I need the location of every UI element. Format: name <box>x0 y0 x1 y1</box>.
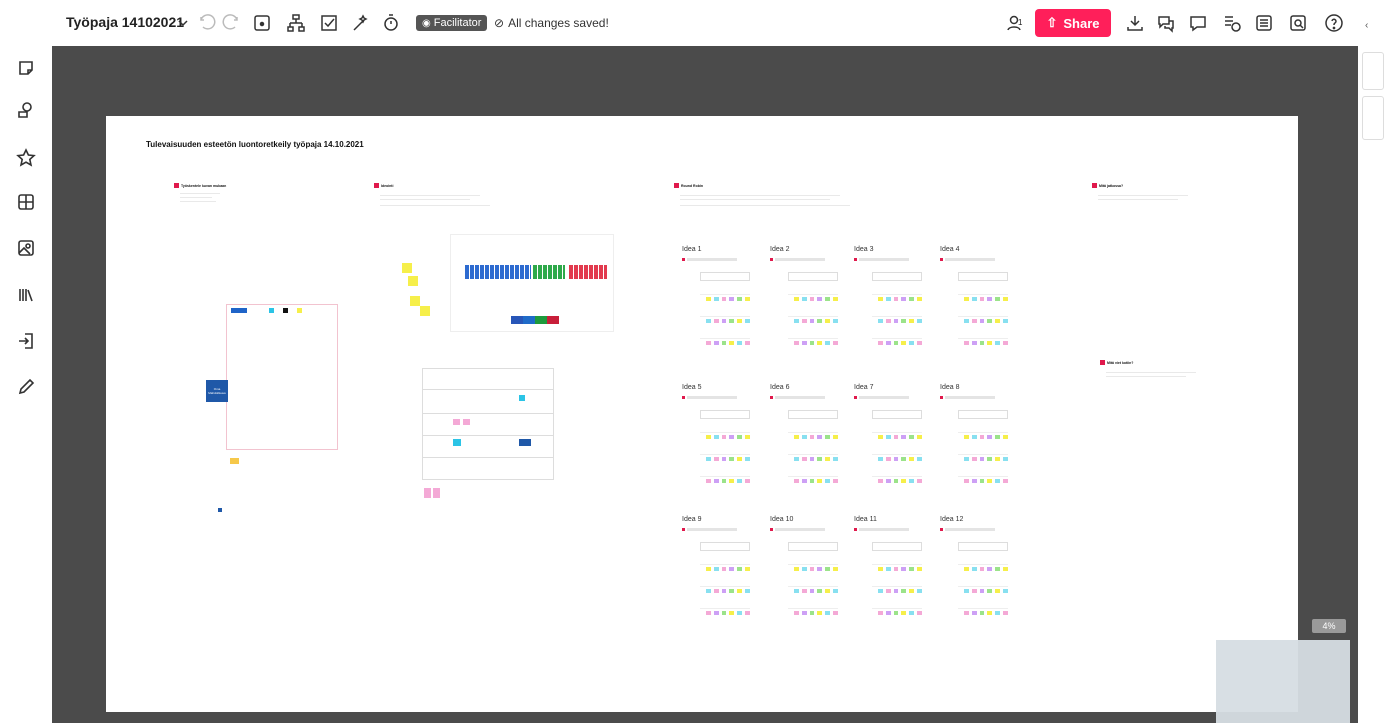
idea-title: Idea 6 <box>770 384 790 391</box>
sticky-note[interactable] <box>410 296 420 306</box>
import-icon[interactable] <box>14 329 38 353</box>
activity-icon[interactable] <box>1221 12 1243 34</box>
idea-title: Idea 11 <box>854 516 877 523</box>
section-ideation: Ideointi <box>374 183 494 223</box>
section-takeaways: Mitä viet kotiin? <box>1100 360 1200 400</box>
frame-icon[interactable] <box>14 190 38 214</box>
idea-card[interactable]: Idea 10 <box>768 516 842 636</box>
idea-title: Idea 12 <box>940 516 964 523</box>
idea-card[interactable]: Idea 2 <box>768 246 842 366</box>
idea-title: Idea 4 <box>940 246 960 253</box>
idea-title: Idea 10 <box>770 516 794 523</box>
chat-icon[interactable] <box>1155 12 1177 34</box>
sticky-note[interactable] <box>420 306 430 316</box>
share-upload-icon: ⇧ <box>1046 15 1058 30</box>
idea-title: Idea 3 <box>854 246 874 253</box>
check-circle-icon: ⊘ <box>494 16 505 30</box>
section-title: Round Robin <box>681 183 703 188</box>
idea-card[interactable]: Idea 6 <box>768 384 842 504</box>
comment-icon[interactable] <box>1187 12 1209 34</box>
share-button[interactable]: ⇧ Share <box>1035 9 1111 37</box>
idea-title: Idea 9 <box>682 516 702 523</box>
sticky-note-icon[interactable] <box>14 56 38 80</box>
panel-tab[interactable] <box>1362 52 1384 90</box>
left-toolbar <box>0 0 52 723</box>
panel-tab[interactable] <box>1362 96 1384 140</box>
download-icon[interactable] <box>1124 12 1146 34</box>
idea-title: Idea 2 <box>770 246 790 253</box>
board-heading: Tulevaisuuden esteetön luontoretkeily ty… <box>146 140 364 149</box>
frame-tool-icon[interactable] <box>251 12 273 34</box>
sticky-note[interactable] <box>402 263 412 273</box>
idea-card[interactable]: Idea 4 <box>938 246 1012 366</box>
idea-card[interactable]: Idea 9 <box>680 516 754 636</box>
facilitator-badge[interactable]: ◉ Facilitator <box>416 15 488 31</box>
sticky-note[interactable] <box>424 488 431 498</box>
collapse-panel-icon[interactable]: ‹ <box>1365 20 1368 31</box>
idea-title: Idea 8 <box>940 384 960 391</box>
participants-table[interactable] <box>226 304 338 450</box>
vote-chart-panel[interactable] <box>450 234 614 332</box>
idea-card[interactable]: Idea 3 <box>852 246 926 366</box>
right-panel-edge: ‹ <box>1358 0 1385 723</box>
sticky-note[interactable] <box>297 308 302 313</box>
sticky-note[interactable] <box>218 508 222 512</box>
undo-icon[interactable] <box>196 12 218 34</box>
notes-icon[interactable] <box>1253 12 1275 34</box>
magic-wand-icon[interactable] <box>349 12 371 34</box>
matrix-table[interactable] <box>422 368 554 480</box>
green-votes <box>533 265 565 279</box>
top-toolbar: Työpaja 14102021 ◉ Facilitator ⊘ All chang… <box>0 0 1385 46</box>
sticky-note[interactable] <box>283 308 288 313</box>
zoom-level[interactable]: 4% <box>1312 619 1346 633</box>
section-next-steps: Mitä jatkossa? <box>1092 183 1192 223</box>
board-canvas[interactable]: Tulevaisuuden esteetön luontoretkeily ty… <box>52 46 1358 723</box>
section-round-robin: Round Robin <box>674 183 854 223</box>
shapes-icon[interactable] <box>14 98 38 122</box>
section-intro: Työskentele kuvan mukaan <box>174 183 234 223</box>
sticky-note[interactable] <box>231 308 247 313</box>
search-board-icon[interactable] <box>1287 12 1309 34</box>
idea-title: Idea 1 <box>682 246 702 253</box>
red-votes <box>569 265 607 279</box>
sticky-note[interactable] <box>408 276 418 286</box>
sticky-note[interactable] <box>269 308 274 313</box>
section-title: Työskentele kuvan mukaan <box>181 183 227 188</box>
saved-status: ⊘ All changes saved! <box>494 16 609 30</box>
sticky-note[interactable] <box>230 458 239 464</box>
idea-card[interactable]: Idea 11 <box>852 516 926 636</box>
redo-icon[interactable] <box>220 12 242 34</box>
chevron-down-icon[interactable] <box>172 12 194 34</box>
section-title: Ideointi <box>381 183 394 188</box>
idea-title: Idea 7 <box>854 384 874 391</box>
idea-card[interactable]: Idea 1 <box>680 246 754 366</box>
blue-card[interactable]: Oma Mahdollisuus <box>206 380 228 402</box>
minimap[interactable] <box>1216 640 1350 723</box>
pen-icon[interactable] <box>14 375 38 399</box>
section-title: Mitä jatkossa? <box>1099 183 1124 188</box>
board-frame[interactable]: Tulevaisuuden esteetön luontoretkeily ty… <box>106 116 1298 712</box>
eye-icon: ◉ <box>422 17 431 29</box>
library-icon[interactable] <box>14 283 38 307</box>
help-icon[interactable] <box>1323 12 1345 34</box>
checklist-icon[interactable] <box>318 12 340 34</box>
idea-card[interactable]: Idea 7 <box>852 384 926 504</box>
idea-title: Idea 5 <box>682 384 702 391</box>
user-icon[interactable] <box>1004 12 1026 34</box>
idea-card[interactable]: Idea 5 <box>680 384 754 504</box>
legend-bar <box>511 316 559 324</box>
board-title[interactable]: Työpaja 14102021 <box>66 14 184 30</box>
blue-votes <box>465 265 531 279</box>
star-icon[interactable] <box>14 146 38 170</box>
image-icon[interactable] <box>14 236 38 260</box>
sticky-note[interactable] <box>433 488 440 498</box>
user-count: 1 <box>1018 18 1023 27</box>
idea-card[interactable]: Idea 8 <box>938 384 1012 504</box>
section-title: Mitä viet kotiin? <box>1107 360 1134 365</box>
idea-card[interactable]: Idea 12 <box>938 516 1012 636</box>
org-chart-icon[interactable] <box>285 12 307 34</box>
timer-icon[interactable] <box>380 12 402 34</box>
